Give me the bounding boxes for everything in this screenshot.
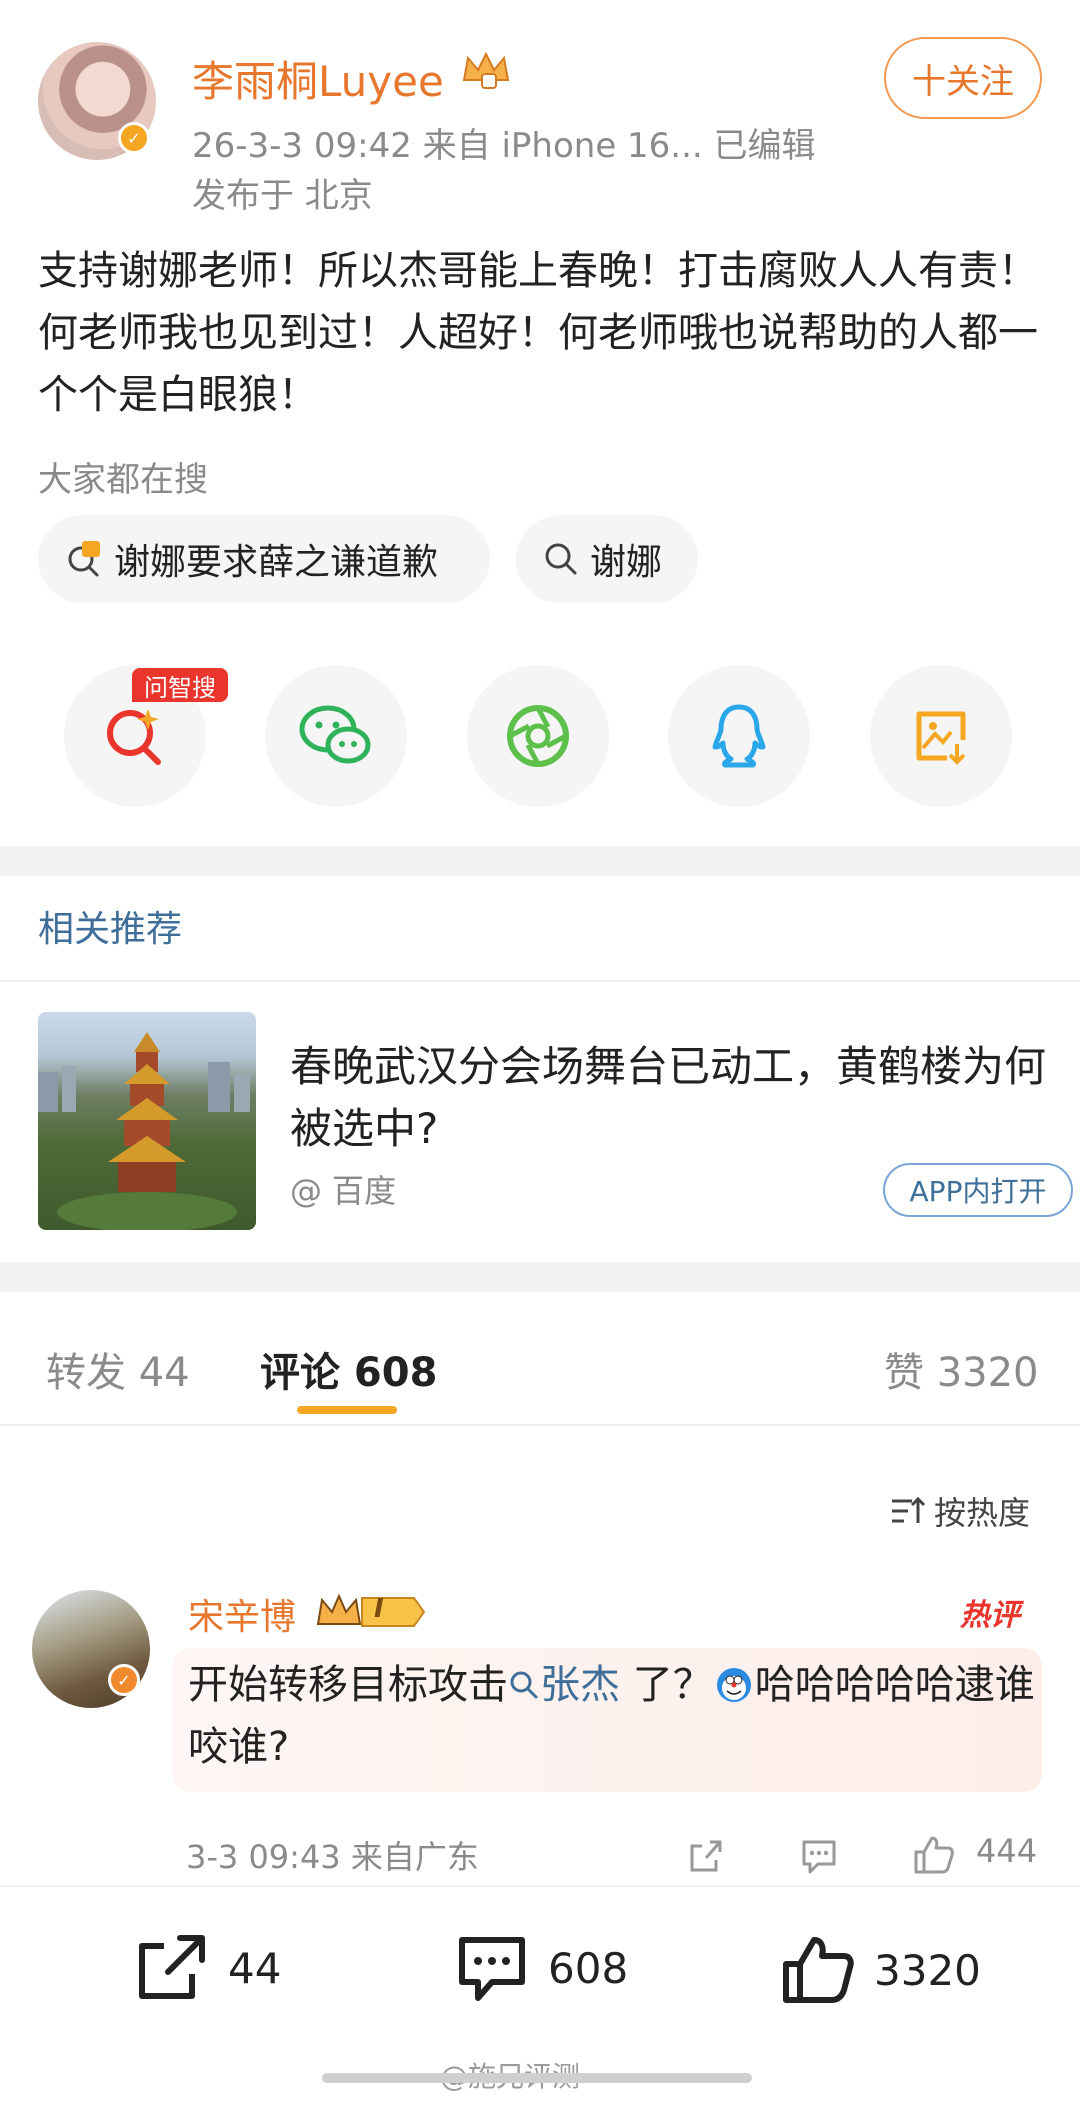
home-indicator[interactable]	[322, 2073, 752, 2083]
tab-likes[interactable]: 赞 3320	[884, 1340, 1039, 1398]
related-item-title[interactable]: 春晚武汉分会场舞台已动工，黄鹤楼为何被选中?	[290, 1036, 1070, 1160]
search-chip-2[interactable]: 谢娜	[516, 515, 698, 603]
post-meta: 26-3-3 09:42 来自 iPhone 16... 已编辑	[192, 126, 816, 166]
comment-count: 608	[548, 1943, 629, 1993]
like-count: 3320	[874, 1945, 981, 1995]
sort-icon	[892, 1496, 926, 1523]
save-image-button[interactable]	[870, 665, 1012, 807]
ai-search-icon	[107, 709, 161, 765]
verified-badge-icon: ✓	[108, 1664, 140, 1696]
share-moments-button[interactable]	[467, 665, 609, 807]
comment-like-icon[interactable]	[912, 1834, 956, 1876]
moments-icon	[507, 705, 569, 767]
hot-comment-badge: 热评	[960, 1598, 1020, 1633]
hot-search-icon	[68, 541, 100, 577]
comment-time: 3-3 09:43 来自广东	[186, 1838, 479, 1876]
like-button[interactable]: 3320	[780, 1932, 981, 2008]
member-crown-icon	[462, 51, 510, 89]
mention-link[interactable]: 张杰	[508, 1662, 620, 1708]
related-item-source: @ 百度	[290, 1172, 397, 1210]
repost-count: 44	[228, 1943, 282, 1993]
repost-icon	[139, 1935, 205, 1999]
verified-badge-icon: ✓	[118, 122, 150, 154]
doraemon-emoji-icon	[716, 1668, 751, 1702]
sort-button[interactable]: 按热度	[890, 1488, 1030, 1534]
divider	[0, 1424, 1080, 1426]
sort-label: 按热度	[934, 1494, 1031, 1532]
comment-share-icon[interactable]	[686, 1836, 726, 1876]
search-section-title: 大家都在搜	[38, 460, 208, 500]
section-gap	[0, 1262, 1080, 1292]
comment-button[interactable]: 608	[454, 1932, 628, 2004]
ai-search-tag: 问智搜	[132, 668, 228, 702]
comment-text-part: 了？	[620, 1662, 713, 1708]
comment-text: 开始转移目标攻击 张杰 了？ 哈哈哈哈哈逮谁咬谁?	[188, 1654, 1038, 1778]
member-level-text: I	[374, 1594, 384, 1624]
post-body: 支持谢娜老师！所以杰哥能上春晚！打击腐败人人有责！何老师我也见到过！人超好！何老…	[38, 248, 1038, 418]
like-icon	[783, 1937, 854, 2003]
comment-author[interactable]: 宋辛博	[188, 1588, 296, 1640]
tab-active-indicator	[297, 1406, 397, 1414]
search-icon	[545, 543, 577, 575]
search-chip-1[interactable]: 谢娜要求薛之谦道歉	[38, 515, 490, 603]
wechat-icon	[299, 705, 371, 764]
save-image-icon	[916, 711, 966, 765]
tab-repost[interactable]: 转发 44	[46, 1340, 190, 1398]
follow-button[interactable]: 十关注	[884, 37, 1042, 119]
share-qq-button[interactable]	[668, 665, 810, 807]
comment-icon	[459, 1937, 525, 2001]
search-chip-label: 谢娜	[590, 542, 663, 583]
member-level-badge-icon	[316, 1593, 426, 1627]
repost-button[interactable]: 44	[134, 1932, 281, 2004]
author-name[interactable]: 李雨桐Luyee	[192, 48, 444, 109]
comment-text-part: 开始转移目标攻击	[188, 1662, 508, 1708]
open-in-app-button[interactable]: APP内打开	[883, 1163, 1073, 1217]
related-title: 相关推荐	[38, 909, 183, 950]
section-gap	[0, 846, 1080, 876]
tab-comments[interactable]: 评论 608	[260, 1340, 437, 1398]
related-thumbnail[interactable]	[38, 1012, 256, 1230]
comment-like-count: 444	[976, 1832, 1038, 1870]
divider	[0, 980, 1080, 982]
qq-icon	[712, 704, 766, 768]
tower-image-icon	[38, 1032, 250, 1230]
share-wechat-button[interactable]	[265, 665, 407, 807]
search-icon	[510, 1671, 538, 1699]
comment-reply-icon[interactable]	[798, 1836, 840, 1876]
search-chip-label: 谢娜要求薛之谦道歉	[114, 542, 439, 583]
post-location: 发布于 北京	[192, 176, 373, 216]
mention-text: 张杰	[540, 1662, 620, 1708]
